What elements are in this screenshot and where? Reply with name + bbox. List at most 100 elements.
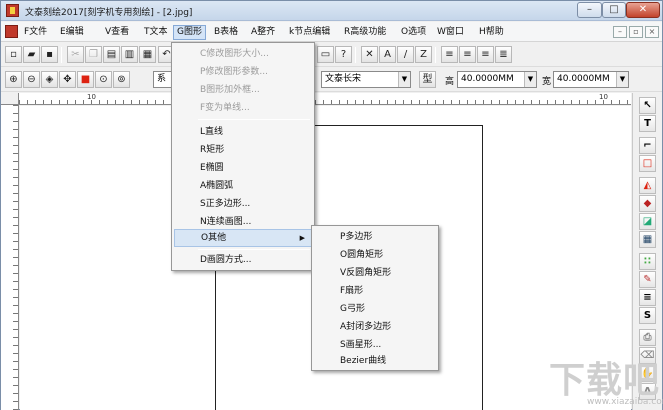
- menu-edit[interactable]: E编辑: [57, 25, 87, 40]
- submenu-option-polygon[interactable]: P多边形: [314, 228, 436, 246]
- font-settings-icon[interactable]: 型: [419, 71, 436, 88]
- menu-option-rectangle[interactable]: R矩形: [174, 141, 312, 159]
- menu-option-ellipse[interactable]: E椭圆: [174, 159, 312, 177]
- menu-bar: F文件 E编辑 V查看 T文本 G图形 B表格 A整齐 k节点编辑 R高级功能 …: [1, 22, 662, 42]
- menu-align[interactable]: A整齐: [248, 25, 278, 40]
- open-file-icon[interactable]: ▰: [23, 46, 40, 63]
- layers-icon[interactable]: ≡: [639, 289, 656, 306]
- menu-view[interactable]: V查看: [102, 25, 132, 40]
- submenu-arrow-icon: ▶: [299, 234, 305, 242]
- menu-option-frame[interactable]: B图形加外框...: [174, 81, 312, 99]
- menu-advanced[interactable]: R高级功能: [341, 25, 389, 40]
- chevron-down-icon[interactable]: ▼: [524, 72, 536, 87]
- partial-combo-text: 系: [157, 74, 167, 84]
- color-fill-icon[interactable]: ■: [77, 71, 94, 88]
- help-icon[interactable]: ?: [335, 46, 352, 63]
- justify-icon[interactable]: ≣: [495, 46, 512, 63]
- mirror-icon[interactable]: ✕: [361, 46, 378, 63]
- minimize-button[interactable]: –: [577, 2, 602, 18]
- close-button[interactable]: ✕: [626, 2, 660, 18]
- height-value: 40.0000MM: [461, 74, 514, 84]
- toolbar-divider: [61, 47, 62, 63]
- zoom-out-icon[interactable]: ⊖: [23, 71, 40, 88]
- text-frame-icon[interactable]: A: [379, 46, 396, 63]
- window-title: 文泰刻绘2017[刻字机专用刻绘] - [2.jpg]: [25, 8, 193, 18]
- mdi-minimize-button[interactable]: –: [613, 26, 627, 38]
- italic-icon[interactable]: /: [397, 46, 414, 63]
- palette-icon[interactable]: ∷: [639, 253, 656, 270]
- cut-path-icon[interactable]: S: [639, 307, 656, 324]
- table-tool-icon[interactable]: ▦: [639, 231, 656, 248]
- ruler-corner: [1, 93, 19, 105]
- app-window: 文泰刻绘2017[刻字机专用刻绘] - [2.jpg] – □ ✕ F文件 E编…: [0, 0, 663, 410]
- node-edit-icon[interactable]: ⌐: [639, 137, 656, 154]
- submenu-option-inverse-rounded-rect[interactable]: V反圆角矩形: [314, 264, 436, 282]
- copy-icon[interactable]: ❐: [85, 46, 102, 63]
- height-label: 高: [445, 77, 455, 87]
- menu-file[interactable]: F文件: [21, 25, 50, 40]
- partial-combo[interactable]: 系: [153, 71, 173, 88]
- zoom-area-icon[interactable]: ⊙: [95, 71, 112, 88]
- submenu-option-rounded-rect[interactable]: O圆角矩形: [314, 246, 436, 264]
- width-label: 宽: [542, 77, 552, 87]
- menu-option-polygon[interactable]: S正多边形...: [174, 195, 312, 213]
- duplicate-icon[interactable]: ▦: [139, 46, 156, 63]
- maximize-button[interactable]: □: [602, 2, 626, 18]
- mdi-close-button[interactable]: ×: [645, 26, 659, 38]
- menu-help[interactable]: H帮助: [476, 25, 507, 40]
- menu-option-other[interactable]: O其他 ▶: [174, 229, 312, 247]
- menu-graphics[interactable]: G图形: [173, 25, 206, 40]
- menu-option-single-line[interactable]: F变为单线...: [174, 99, 312, 117]
- paste-icon[interactable]: ▤: [103, 46, 120, 63]
- chevron-down-icon[interactable]: ▼: [616, 72, 628, 87]
- menu-window[interactable]: W窗口: [434, 25, 467, 40]
- zoom-in-icon[interactable]: ⊕: [5, 71, 22, 88]
- zoom-page-icon[interactable]: ⊚: [113, 71, 130, 88]
- color-tool-icon[interactable]: ◆: [639, 195, 656, 212]
- submenu-option-sector[interactable]: F扇形: [314, 282, 436, 300]
- print-preview-icon[interactable]: ▭: [317, 46, 334, 63]
- ruler-mark: 10: [87, 93, 96, 101]
- menu-options[interactable]: O选项: [398, 25, 429, 40]
- menu-option-circle-mode[interactable]: D画圆方式...: [174, 251, 312, 269]
- font-select[interactable]: 文泰长宋 ▼: [321, 71, 411, 88]
- title-bar[interactable]: 文泰刻绘2017[刻字机专用刻绘] - [2.jpg] – □ ✕: [1, 1, 662, 21]
- rectangle-tool-icon[interactable]: □: [639, 155, 656, 172]
- submenu-option-bezier[interactable]: Bezier曲线: [314, 352, 436, 370]
- menu-table[interactable]: B表格: [211, 25, 241, 40]
- mdi-restore-button[interactable]: ▫: [629, 26, 643, 38]
- vertical-ruler[interactable]: [1, 105, 19, 410]
- menu-option-arc[interactable]: A椭圆弧: [174, 177, 312, 195]
- width-input[interactable]: 40.0000MM ▼: [553, 71, 629, 88]
- zoom-fit-icon[interactable]: ◈: [41, 71, 58, 88]
- horizontal-ruler[interactable]: 10 10: [19, 93, 631, 105]
- new-file-icon[interactable]: ▫: [5, 46, 22, 63]
- fill-tool-icon[interactable]: ◭: [639, 177, 656, 194]
- app-logo-icon[interactable]: [6, 4, 19, 17]
- align-center-icon[interactable]: ≡: [459, 46, 476, 63]
- text-tool-icon[interactable]: T: [639, 115, 656, 132]
- select-arrow-icon[interactable]: ↖: [639, 97, 656, 114]
- move-icon[interactable]: ✥: [59, 71, 76, 88]
- chevron-down-icon[interactable]: ▼: [398, 72, 410, 87]
- brush-tool-icon[interactable]: ✎: [639, 271, 656, 288]
- menu-node-edit[interactable]: k节点编辑: [286, 25, 333, 40]
- clipboard-icon[interactable]: ▥: [121, 46, 138, 63]
- menu-option-line[interactable]: L直线: [174, 123, 312, 141]
- submenu-option-bow[interactable]: G弓形: [314, 300, 436, 318]
- save-icon[interactable]: ▪: [41, 46, 58, 63]
- document-icon[interactable]: [5, 25, 18, 38]
- align-left-icon[interactable]: ≡: [441, 46, 458, 63]
- cut-icon[interactable]: ✂: [67, 46, 84, 63]
- vertical-text-icon[interactable]: Z: [415, 46, 432, 63]
- toolbar-divider: [435, 47, 436, 63]
- format-toolbar: ⊕ ⊖ ◈ ✥ ■ ⊙ ⊚ 系 文泰长宋 ▼ 型 高 40.0000MM ▼ 宽…: [1, 68, 662, 92]
- submenu-option-closed-polygon[interactable]: A封闭多边形: [314, 318, 436, 336]
- height-input[interactable]: 40.0000MM ▼: [457, 71, 537, 88]
- print-icon[interactable]: ⎙: [639, 329, 656, 346]
- align-right-icon[interactable]: ≡: [477, 46, 494, 63]
- menu-option-resize[interactable]: C修改图形大小...: [174, 45, 312, 63]
- image-tool-icon[interactable]: ◪: [639, 213, 656, 230]
- menu-text[interactable]: T文本: [141, 25, 171, 40]
- menu-option-params[interactable]: P修改图形参数...: [174, 63, 312, 81]
